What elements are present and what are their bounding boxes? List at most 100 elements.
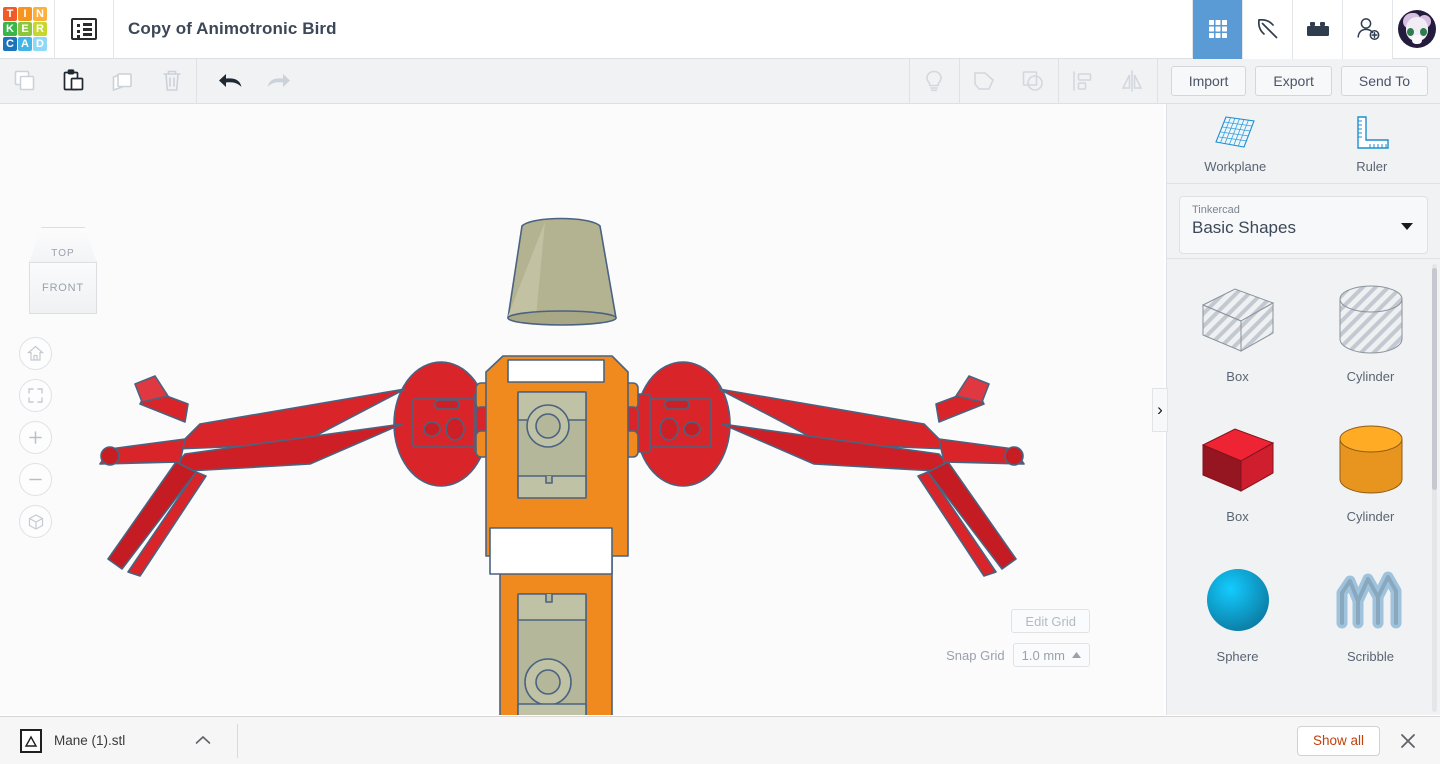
- logo-tile-a-7: A: [18, 37, 32, 51]
- ruler-label: Ruler: [1356, 159, 1388, 174]
- lego-brick-icon: [1306, 22, 1329, 36]
- logo-tile-i-1: I: [18, 7, 32, 21]
- invite-button[interactable]: [1342, 0, 1392, 59]
- duplicate-button[interactable]: [98, 59, 147, 104]
- viewcube-top-face[interactable]: TOP: [29, 227, 97, 263]
- shapes-grid: Box Cylinder Box Cylinder Sphere Scribble: [1167, 259, 1440, 687]
- shapes-grid-wrap: Box Cylinder Box Cylinder Sphere Scribble: [1167, 258, 1440, 715]
- mirror-button[interactable]: [1108, 59, 1157, 104]
- cylinder-shape-icon: [1339, 285, 1402, 354]
- show-all-button[interactable]: Show all: [1296, 725, 1380, 756]
- chevron-up-icon: [195, 735, 211, 744]
- group-button[interactable]: [960, 59, 1009, 104]
- logo-tile-e-4: E: [18, 22, 32, 36]
- viewcube-top-label: TOP: [51, 248, 75, 259]
- redo-button[interactable]: [254, 59, 303, 104]
- document-panel-button[interactable]: [55, 0, 113, 59]
- scribble-shape-icon: [1336, 571, 1401, 629]
- logo-tile-t-0: T: [3, 7, 17, 21]
- shape-label: Box: [1226, 509, 1249, 524]
- delete-button[interactable]: [147, 59, 196, 104]
- library-name-label: Basic Shapes: [1192, 218, 1296, 237]
- paste-icon: [63, 69, 83, 91]
- shape-cell-sphere-4[interactable]: Sphere: [1171, 547, 1304, 687]
- workplane-label: Workplane: [1204, 159, 1267, 174]
- panel-tools: Workplane Ruler: [1167, 104, 1440, 184]
- panel-collapse-button[interactable]: ›: [1152, 388, 1168, 432]
- shape-cell-cylinder-1[interactable]: Cylinder: [1304, 267, 1437, 407]
- snap-grid-select[interactable]: 1.0 mm: [1012, 643, 1090, 667]
- shape-cell-scribble-5[interactable]: Scribble: [1304, 547, 1437, 687]
- send-to-button[interactable]: Send To: [1340, 66, 1428, 96]
- delete-icon: [162, 70, 181, 91]
- shapes-scrollbar[interactable]: [1432, 268, 1437, 490]
- downloads-divider: [237, 723, 239, 758]
- library-owner-label: Tinkercad: [1192, 204, 1240, 216]
- model-servo-lower: [517, 593, 587, 715]
- zoom-out-button[interactable]: [19, 463, 52, 496]
- shape-cell-box-2[interactable]: Box: [1171, 407, 1304, 547]
- shape-cell-box-0[interactable]: Box: [1171, 267, 1304, 407]
- model-servo-upper: [517, 391, 587, 499]
- navigation-controls: [19, 337, 52, 538]
- pickaxe-icon: [1257, 18, 1277, 39]
- ruler-tool[interactable]: Ruler: [1304, 104, 1440, 183]
- avatar[interactable]: [1392, 0, 1440, 59]
- import-button[interactable]: Import: [1170, 66, 1247, 96]
- shape-library-dropdown[interactable]: Tinkercad Basic Shapes: [1179, 196, 1428, 254]
- workplane-icon: [1215, 116, 1256, 148]
- paste-button[interactable]: [49, 59, 98, 104]
- workplane-tool[interactable]: Workplane: [1167, 104, 1304, 183]
- box-shape-icon: [1201, 428, 1274, 492]
- list-panel-icon: [71, 18, 97, 40]
- shape-label: Scribble: [1347, 649, 1394, 664]
- page-title: Copy of Animotronic Bird: [128, 19, 337, 38]
- export-button[interactable]: Export: [1255, 66, 1332, 96]
- stl-file-icon: [20, 728, 42, 753]
- model-left-wing: [99, 361, 493, 577]
- file-actions: Import Export Send To: [1170, 66, 1428, 96]
- home-icon: [27, 345, 44, 361]
- align-button[interactable]: [1059, 59, 1108, 104]
- duplicate-icon: [112, 72, 132, 92]
- copy-button[interactable]: [0, 59, 49, 104]
- redo-icon: [267, 74, 290, 87]
- minus-icon: [29, 478, 42, 481]
- grid-gallery-button[interactable]: [1192, 0, 1242, 59]
- viewcube-front-face[interactable]: FRONT: [29, 263, 97, 314]
- ungroup-button[interactable]: [1009, 59, 1058, 104]
- hint-button[interactable]: [910, 59, 959, 104]
- toolbar-divider-1: [196, 58, 197, 104]
- undo-button[interactable]: [205, 59, 254, 104]
- snap-grid-value: 1.0 mm: [1021, 647, 1065, 663]
- downloads-actions: Show all: [1296, 725, 1422, 756]
- zoom-in-button[interactable]: [19, 421, 52, 454]
- home-view-button[interactable]: [19, 337, 52, 370]
- shape-cell-cylinder-3[interactable]: Cylinder: [1304, 407, 1437, 547]
- shape-label: Sphere: [1216, 649, 1259, 664]
- perspective-toggle-button[interactable]: [19, 505, 52, 538]
- ruler-icon: [1357, 116, 1389, 149]
- shapes-panel: Workplane Ruler Tinkercad Basic Shapes B…: [1166, 104, 1440, 715]
- close-downloads-button[interactable]: [1394, 727, 1422, 755]
- tinkercad-app: TINKERCAD Copy of Animotronic Bird Impor…: [0, 0, 1440, 764]
- fit-to-view-button[interactable]: [19, 379, 52, 412]
- group-icon: [974, 72, 995, 90]
- model-right-wing: [631, 361, 1025, 577]
- avatar-image: [1397, 10, 1436, 48]
- minecraft-button[interactable]: [1242, 0, 1292, 59]
- viewcube-front-label: FRONT: [42, 282, 84, 294]
- tinkercad-logo[interactable]: TIN KER CAD: [2, 6, 48, 52]
- download-item[interactable]: Mane (1).stl: [20, 728, 211, 753]
- perspective-cube-icon: [28, 513, 43, 530]
- download-expand-button[interactable]: [195, 732, 211, 750]
- header-actions: [1192, 0, 1440, 59]
- model-3d-view[interactable]: [0, 104, 1164, 715]
- design-canvas[interactable]: TOP FRONT Edit Grid Snap Grid 1.0 mm: [0, 104, 1164, 715]
- viewcube[interactable]: TOP FRONT: [22, 227, 104, 319]
- app-header: TIN KER CAD Copy of Animotronic Bird: [0, 0, 1440, 59]
- logo-tile-k-3: K: [3, 22, 17, 36]
- blocks-button[interactable]: [1292, 0, 1342, 59]
- edit-grid-button[interactable]: Edit Grid: [1011, 609, 1090, 633]
- shape-label: Box: [1226, 369, 1249, 384]
